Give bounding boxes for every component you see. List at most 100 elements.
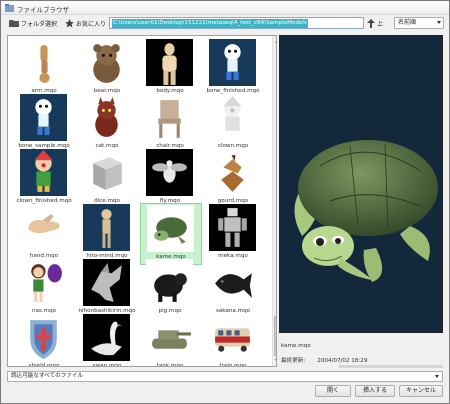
train-icon	[215, 328, 250, 352]
star-icon	[65, 18, 74, 27]
pig-icon	[154, 273, 187, 302]
file-name: swan.mqo	[92, 363, 122, 367]
window-title: ファイルブラウザ	[17, 6, 69, 14]
title-bar: ファイルブラウザ	[1, 1, 449, 15]
file-thumbnail	[209, 204, 256, 251]
sort-value: 名前順	[398, 19, 417, 26]
file-item[interactable]: kame.mqo	[140, 203, 202, 265]
file-item[interactable]: nihonbashikirin.mqo	[77, 258, 139, 320]
modified-value: 2004/07/02 18:29	[317, 358, 368, 364]
file-thumbnail	[20, 94, 67, 141]
clown-finished-icon	[34, 150, 53, 192]
preview-divider	[339, 365, 443, 368]
file-thumbnail	[209, 314, 256, 361]
file-thumbnail	[209, 149, 256, 196]
preview-panel: kame.mqo 最終更新: 2004/07/02 18:29	[279, 35, 443, 368]
file-item[interactable]: bone_sample.mqo	[14, 93, 76, 155]
file-thumbnail	[147, 205, 194, 252]
tank-icon	[152, 330, 191, 349]
arm-icon	[39, 45, 50, 83]
file-item[interactable]: sakana.mqo	[203, 258, 265, 320]
bear-icon	[93, 44, 120, 83]
turtle-icon	[154, 217, 187, 244]
file-thumbnail	[146, 259, 193, 306]
file-thumbnail	[83, 314, 130, 361]
preview-file-name: kame.mqo	[281, 343, 311, 349]
file-thumbnail	[83, 39, 130, 86]
file-name: tank.mqo	[156, 363, 184, 367]
chair-icon	[158, 100, 181, 138]
preview-modified: 最終更新: 2004/07/02 18:29	[281, 356, 367, 364]
file-item[interactable]: nas.mqo	[14, 258, 76, 320]
file-item[interactable]: clown.mqo	[203, 93, 265, 155]
file-item[interactable]: swan.mqo	[77, 313, 139, 367]
file-thumbnail	[83, 149, 130, 196]
app-icon	[5, 4, 14, 12]
path-text: C:\Users\user01\Desktop\151221\metaseq\4…	[112, 19, 308, 28]
file-thumbnail	[146, 314, 193, 361]
bone-character-icon	[224, 44, 241, 80]
file-thumbnail	[146, 94, 193, 141]
file-thumbnail	[83, 204, 130, 251]
file-item[interactable]: hand.mqo	[14, 203, 76, 265]
arrow-up-icon	[367, 18, 375, 28]
turtle-preview-icon	[294, 140, 438, 282]
cat-icon	[95, 97, 118, 137]
swan-icon	[91, 321, 122, 356]
folder-select-label: フォルダ選択	[21, 20, 58, 28]
file-item[interactable]: fly.mqo	[140, 148, 202, 210]
file-thumbnail	[83, 94, 130, 141]
open-button[interactable]: 開く	[315, 385, 351, 397]
file-thumbnail	[20, 259, 67, 306]
chevron-down-icon	[437, 21, 441, 24]
file-item[interactable]: gourd.mqo	[203, 148, 265, 210]
folder-select-button[interactable]: フォルダ選択	[9, 17, 57, 29]
file-item[interactable]: pig.mqo	[140, 258, 202, 320]
file-item[interactable]: chair.mqo	[140, 93, 202, 155]
file-item[interactable]: meka.mqo	[203, 203, 265, 265]
cancel-button[interactable]: キャンセル	[399, 385, 443, 397]
file-item[interactable]: shield.mqo	[14, 313, 76, 367]
insert-button[interactable]: 挿入する	[355, 385, 395, 397]
clown-icon	[223, 96, 242, 131]
file-item[interactable]: body.mqo	[140, 38, 202, 100]
scroll-down-icon[interactable]	[274, 357, 277, 365]
file-thumbnail	[146, 39, 193, 86]
gourd-icon	[221, 155, 244, 192]
file-type-filter[interactable]: 読込可能なすべてのファイル	[7, 371, 443, 382]
file-item[interactable]: clown_finished.mqo	[14, 148, 76, 210]
sort-dropdown[interactable]: 名前順	[394, 17, 444, 29]
chevron-down-icon	[435, 375, 439, 378]
vertical-scrollbar[interactable]	[272, 36, 277, 366]
file-item[interactable]: hito-mind.mqo	[77, 203, 139, 265]
toolbar: フォルダ選択 お気に入り C:\Users\user01\Desktop\151…	[1, 15, 449, 31]
file-name: shield.mqo	[28, 363, 60, 367]
file-item[interactable]: cat.mqo	[77, 93, 139, 155]
file-thumbnail	[20, 314, 67, 361]
scrollbar-thumb[interactable]	[274, 316, 276, 356]
scroll-up-icon[interactable]	[274, 37, 277, 45]
path-field[interactable]: C:\Users\user01\Desktop\151221\metaseq\4…	[109, 17, 364, 29]
folder-icon	[9, 20, 19, 27]
file-item[interactable]: bone_finished.mqo	[203, 38, 265, 100]
file-thumbnail	[20, 39, 67, 86]
file-item[interactable]: train.mqo	[203, 313, 265, 367]
favorites-label: お気に入り	[76, 20, 107, 28]
file-thumbnail	[20, 149, 67, 196]
file-item[interactable]: dice.mqo	[77, 148, 139, 210]
file-thumbnail	[20, 204, 67, 251]
bone-character-icon	[35, 99, 52, 135]
figure-icon	[101, 209, 112, 248]
file-name: train.mqo	[219, 363, 247, 367]
robot-icon	[218, 208, 247, 247]
file-item[interactable]: tank.mqo	[140, 313, 202, 367]
file-item[interactable]: arm.mqo	[14, 38, 76, 100]
file-item[interactable]: bear.mqo	[77, 38, 139, 100]
filter-value: 読込可能なすべてのファイル	[11, 373, 84, 379]
favorites-button[interactable]: お気に入り	[65, 17, 106, 29]
shield-icon	[30, 320, 57, 359]
up-button[interactable]: 上	[367, 17, 383, 29]
dice-icon	[93, 157, 122, 190]
file-browser-window: ファイルブラウザ フォルダ選択 お気に入り C:\Users\user01\De…	[0, 0, 450, 404]
fish-icon	[215, 273, 252, 298]
